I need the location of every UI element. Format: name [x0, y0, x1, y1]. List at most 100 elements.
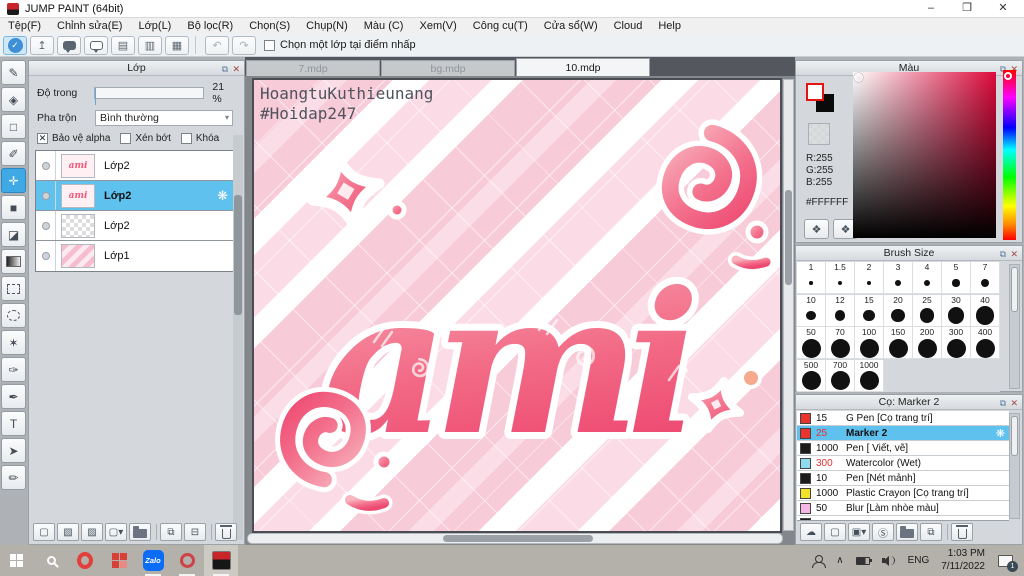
brush-size-3[interactable]: 3 — [884, 262, 913, 294]
tool-select-pen[interactable]: ✑ — [1, 357, 26, 382]
layer-option-checkbox[interactable] — [120, 133, 132, 144]
brush-size-40[interactable]: 40 — [971, 294, 1000, 327]
layer-list-scrollbar[interactable] — [233, 135, 243, 540]
paint-canvas[interactable]: ami HoangtuKuthieunang #Hoidap247 — [254, 80, 780, 531]
taskbar-jump-paint[interactable] — [204, 545, 238, 576]
brush-size-10[interactable]: 10 — [797, 294, 826, 327]
close-icon[interactable]: ✕ — [1010, 247, 1018, 262]
taskbar-zalo[interactable]: Zalo — [136, 545, 170, 576]
transparent-color-swatch[interactable] — [808, 123, 830, 145]
layer-row[interactable]: Lớp2 — [36, 211, 233, 241]
tool-select-eraser[interactable]: ✒ — [1, 384, 26, 409]
hue-slider[interactable] — [1003, 70, 1016, 240]
new-layer-button[interactable]: ▢ — [33, 523, 55, 541]
layer-visibility-toggle[interactable] — [36, 181, 56, 210]
layer-option-checkbox[interactable] — [180, 133, 192, 144]
close-icon[interactable]: ✕ — [232, 62, 240, 77]
popout-icon[interactable]: ⧉ — [222, 62, 228, 77]
tool-brush[interactable]: ✎ — [1, 60, 26, 85]
minimize-button[interactable]: – — [914, 0, 948, 18]
menu-item-chns[interactable]: Chọn(S) — [241, 18, 298, 34]
menu-item-chpn[interactable]: Chụp(N) — [298, 18, 356, 34]
new-brush-button[interactable]: ▢ — [824, 523, 846, 541]
chevron-up-icon[interactable]: ∧ — [836, 555, 843, 566]
tool-dot-pen[interactable]: ✐ — [1, 141, 26, 166]
comment-lines-button[interactable] — [84, 35, 108, 55]
scrollbar-thumb[interactable] — [234, 195, 242, 315]
tool-bucket[interactable]: ◪ — [1, 222, 26, 247]
brush-row[interactable]: 1000 Plastic Crayon [Cọ trang trí] — [797, 486, 1009, 501]
taskbar-opera-gx[interactable] — [170, 545, 204, 576]
brush-size-7[interactable]: 7 — [971, 262, 1000, 294]
brush-size-70[interactable]: 70 — [826, 327, 855, 359]
brush-size-15[interactable]: 15 — [855, 294, 884, 327]
brush-row[interactable]: 15 G Pen [Cọ trang trí] — [797, 411, 1009, 426]
tool-move[interactable]: ✛ — [1, 168, 26, 193]
brush-size-4[interactable]: 4 — [913, 262, 942, 294]
language-indicator[interactable]: ENG — [908, 555, 930, 566]
new-folder-button[interactable] — [129, 523, 151, 541]
menu-item-lpl[interactable]: Lớp(L) — [130, 18, 179, 34]
new-8bit-layer-button[interactable]: ▧ — [57, 523, 79, 541]
tab-7-mdp[interactable]: 7.mdp — [246, 60, 380, 76]
close-icon[interactable]: ✕ — [1010, 396, 1018, 411]
brush-size-20[interactable]: 20 — [884, 294, 913, 327]
brush-size-25[interactable]: 25 — [913, 294, 942, 327]
menu-item-cloud[interactable]: Cloud — [606, 18, 651, 34]
duplicate-brush-button[interactable]: ⧉ — [920, 523, 942, 541]
popout-icon[interactable]: ⧉ — [1000, 396, 1006, 411]
brush-settings-gear-icon[interactable]: ❋ — [996, 427, 1005, 440]
palette-button[interactable]: ❖ — [804, 219, 829, 239]
brush-size-700[interactable]: 700 — [826, 359, 855, 392]
new-1bit-layer-button[interactable]: ▨ — [81, 523, 103, 541]
tool-eraser[interactable]: ◈ — [1, 87, 26, 112]
add-layer-menu-button[interactable]: ▢▾ — [105, 523, 127, 541]
comment-button[interactable] — [57, 35, 81, 55]
tool-select-lasso[interactable] — [1, 303, 26, 328]
brush-size-1[interactable]: 1 — [797, 262, 826, 294]
brush-row[interactable]: 300 Watercolor (Wet) — [797, 456, 1009, 471]
brush-size-400[interactable]: 400 — [971, 327, 1000, 359]
brush-row[interactable]: 50 Blur [Làm nhòe màu] — [797, 501, 1009, 516]
popout-icon[interactable]: ⧉ — [1000, 247, 1006, 262]
save-brush-menu-button[interactable]: ▣▾ — [848, 523, 870, 541]
layer-visibility-toggle[interactable] — [36, 241, 56, 271]
brush-row[interactable]: 1000 Pen [ Viết, vẽ] — [797, 441, 1009, 456]
brush-size-scrollbar[interactable] — [1009, 264, 1020, 389]
tool-shape[interactable]: □ — [1, 114, 26, 139]
menu-item-cngct[interactable]: Công cụ(T) — [465, 18, 536, 34]
saturation-value-picker[interactable] — [853, 72, 996, 238]
duplicate-layer-button[interactable]: ⧉ — [160, 523, 182, 541]
undo-button[interactable]: ↶ — [205, 35, 229, 55]
scrollbar-thumb[interactable] — [1011, 267, 1018, 312]
script-brush-button[interactable]: Ⓢ — [872, 523, 894, 541]
tool-magic-wand[interactable]: ✶ — [1, 330, 26, 355]
menu-item-casw[interactable]: Cửa sổ(W) — [536, 18, 606, 34]
brush-row[interactable] — [797, 516, 1009, 520]
taskbar-start[interactable] — [0, 545, 34, 576]
tool-select-rect[interactable] — [1, 276, 26, 301]
document-button[interactable]: ▤ — [111, 35, 135, 55]
tab-bg-mdp[interactable]: bg.mdp — [381, 60, 515, 76]
medibang-cloud-button[interactable]: ✓ — [3, 35, 27, 55]
menu-item-muc[interactable]: Màu (C) — [356, 18, 412, 34]
brush-size-12[interactable]: 12 — [826, 294, 855, 327]
layer-settings-gear-icon[interactable]: ❋ — [217, 188, 228, 204]
layer-row[interactable]: Lớp1 — [36, 241, 233, 271]
brush-size-100[interactable]: 100 — [855, 327, 884, 359]
brush-list-scrollbar[interactable] — [1009, 413, 1020, 519]
foreground-color-swatch[interactable] — [806, 83, 824, 101]
scrollbar-thumb[interactable] — [443, 535, 593, 542]
blend-dropdown[interactable]: Bình thường ▾ — [95, 110, 233, 126]
brush-size-200[interactable]: 200 — [913, 327, 942, 359]
delete-brush-button[interactable] — [951, 523, 973, 541]
tool-div-tool[interactable]: ✏ — [1, 465, 26, 490]
taskbar-opera[interactable] — [68, 545, 102, 576]
clock[interactable]: 1:03 PM 7/11/2022 — [941, 548, 985, 573]
canvas-vertical-scrollbar[interactable] — [783, 79, 794, 531]
taskbar-tiles[interactable] — [102, 545, 136, 576]
taskbar-search[interactable] — [34, 545, 68, 576]
delete-layer-button[interactable] — [215, 523, 237, 541]
brush-size-30[interactable]: 30 — [942, 294, 971, 327]
palette-grid-button[interactable]: ▦ — [165, 35, 189, 55]
